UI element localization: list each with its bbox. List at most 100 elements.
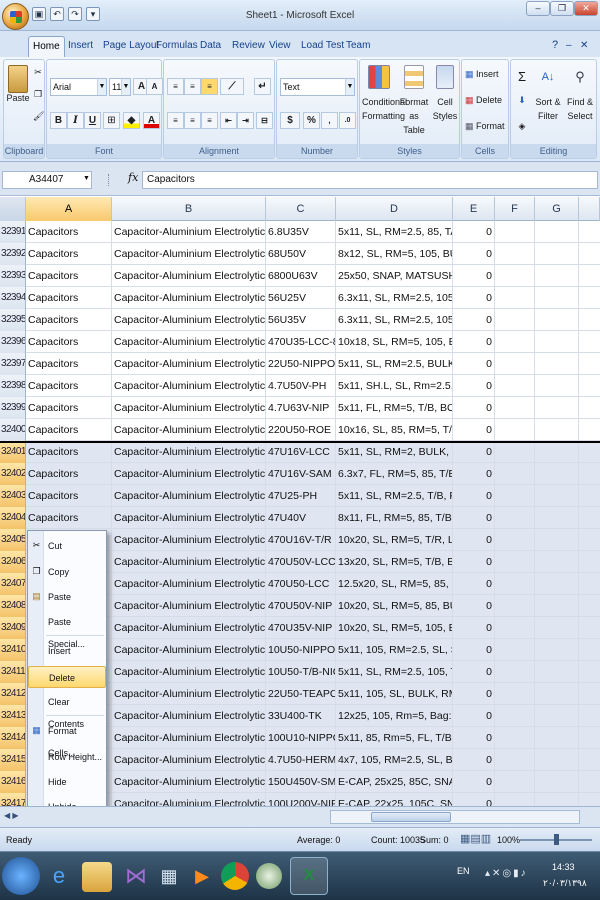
cell-e[interactable]: 0 [453, 551, 495, 573]
cell-g[interactable] [535, 375, 579, 397]
cell-b[interactable]: Capacitor-Aluminium Electrolytic-Radial [112, 705, 266, 727]
cell-c[interactable]: 220U50-ROE [266, 419, 336, 441]
row-header[interactable]: 32399 [0, 397, 26, 419]
cell-b[interactable]: Capacitor-Aluminium Electrolytic-Radial [112, 485, 266, 507]
scrollbar-thumb[interactable] [371, 812, 451, 822]
cell-f[interactable] [495, 507, 535, 529]
cell-c[interactable]: 4.7U63V-NIP [266, 397, 336, 419]
cut-icon[interactable]: ✂ [32, 66, 44, 80]
app-icon[interactable] [256, 863, 282, 889]
cell-b[interactable]: Capacitor-Aluminium Electrolytic-Radial [112, 353, 266, 375]
cell-b[interactable]: Capacitor-Aluminium Electrolytic-Radial [112, 749, 266, 771]
cell-f[interactable] [495, 375, 535, 397]
column-header-b[interactable]: B [112, 197, 266, 221]
cell-e[interactable]: 0 [453, 749, 495, 771]
cell-d[interactable]: 5x11, 85, Rm=5, FL, T/B, BOX [336, 727, 453, 749]
cell-b[interactable]: Capacitor-Aluminium Electrolytic-Radial [112, 221, 266, 243]
clock-date[interactable]: ۲۰/۰۳/۱۳۹۸ [543, 878, 587, 889]
cell-c[interactable]: 150U450V-SMQ [266, 771, 336, 793]
row-header[interactable]: 32408 [0, 595, 26, 617]
cell-e[interactable]: 0 [453, 727, 495, 749]
cell-b[interactable]: Capacitor-Aluminium Electrolytic-Radial [112, 727, 266, 749]
horizontal-scrollbar[interactable] [330, 810, 580, 824]
cell-e[interactable]: 0 [453, 771, 495, 793]
cell-c[interactable]: 6800U63V [266, 265, 336, 287]
cell-g[interactable] [535, 287, 579, 309]
tab-data[interactable]: Data [196, 36, 225, 57]
cell-g[interactable] [535, 771, 579, 793]
cell-b[interactable]: Capacitor-Aluminium Electrolytic-Radial [112, 595, 266, 617]
cell-g[interactable] [535, 397, 579, 419]
row-header[interactable]: 32412 [0, 683, 26, 705]
cell-f[interactable] [495, 639, 535, 661]
cell-f[interactable] [495, 463, 535, 485]
language-indicator[interactable]: EN [457, 866, 470, 876]
wrap-text-icon[interactable]: ↵ [254, 78, 271, 95]
row-header[interactable]: 32398 [0, 375, 26, 397]
row-header[interactable]: 32414 [0, 727, 26, 749]
cell-g[interactable] [535, 617, 579, 639]
row-header[interactable]: 32391 [0, 221, 26, 243]
menu-item-cut[interactable]: ✂ Cut [28, 535, 106, 557]
cell-g[interactable] [535, 243, 579, 265]
cell-a[interactable]: Capacitors [26, 353, 112, 375]
cell-d[interactable]: 5x11, SL, RM=2.5, 105, T/B, N [336, 661, 453, 683]
ribbon-minimize-icon[interactable]: – [562, 36, 576, 57]
zoom-level[interactable]: 100% [497, 835, 520, 845]
copy-icon[interactable]: ❐ [32, 88, 44, 102]
align-top-icon[interactable]: ≡ [167, 78, 184, 95]
cell-e[interactable]: 0 [453, 243, 495, 265]
cell-e[interactable]: 0 [453, 287, 495, 309]
cell-b[interactable]: Capacitor-Aluminium Electrolytic-Radial [112, 309, 266, 331]
cell-a[interactable]: Capacitors [26, 485, 112, 507]
row-header[interactable]: 32400 [0, 419, 26, 441]
cell-b[interactable]: Capacitor-Aluminium Electrolytic-Radial [112, 463, 266, 485]
tab-team[interactable]: Team [342, 36, 374, 57]
row-header[interactable]: 32396 [0, 331, 26, 353]
cell-b[interactable]: Capacitor-Aluminium Electrolytic-Radial [112, 287, 266, 309]
row-header[interactable]: 32409 [0, 617, 26, 639]
cell-f[interactable] [495, 419, 535, 441]
cell-d[interactable]: 8x11, FL, RM=5, 85, T/B, BOX [336, 507, 453, 529]
borders-icon[interactable]: ⊞ [103, 112, 120, 129]
cell-g[interactable] [535, 353, 579, 375]
cell-a[interactable]: Capacitors [26, 463, 112, 485]
row-header[interactable]: 32410 [0, 639, 26, 661]
cell-c[interactable]: 6.8U35V [266, 221, 336, 243]
fill-color-icon[interactable]: ◆ [123, 112, 140, 129]
cell-e[interactable]: 0 [453, 397, 495, 419]
cell-g[interactable] [535, 749, 579, 771]
cell-d[interactable]: 12.5x20, SL, RM=5, 85, BULK [336, 573, 453, 595]
column-header-a[interactable]: A [26, 197, 112, 221]
cell-f[interactable] [495, 661, 535, 683]
font-size-select[interactable]: 11 ▼ [109, 78, 131, 96]
cell-g[interactable] [535, 507, 579, 529]
cell-g[interactable] [535, 265, 579, 287]
cell-e[interactable]: 0 [453, 309, 495, 331]
cell-e[interactable]: 0 [453, 507, 495, 529]
cell-b[interactable]: Capacitor-Aluminium Electrolytic-Radial [112, 683, 266, 705]
cell-e[interactable]: 0 [453, 419, 495, 441]
cell-a[interactable]: Capacitors [26, 507, 112, 529]
cell-d[interactable]: 5x11, SL, RM=2.5, BULK, 105, [336, 353, 453, 375]
cell-e[interactable]: 0 [453, 617, 495, 639]
underline-button[interactable]: U [84, 112, 101, 129]
file-explorer-icon[interactable] [82, 862, 112, 892]
delete-cells-button[interactable]: ▦ Delete [464, 94, 508, 112]
cell-d[interactable]: 10x18, SL, RM=5, 105, BULK, E [336, 331, 453, 353]
cell-d[interactable]: 6.3x7, FL, RM=5, 85, T/B, BOX [336, 463, 453, 485]
cell-c[interactable]: 470U35-LCC-85 [266, 331, 336, 353]
chevron-down-icon[interactable]: ▼ [83, 175, 90, 182]
zoom-slider-thumb[interactable] [554, 834, 559, 845]
cell-g[interactable] [535, 683, 579, 705]
cell-f[interactable] [495, 331, 535, 353]
cell-e[interactable]: 0 [453, 265, 495, 287]
cell-b[interactable]: Capacitor-Aluminium Electrolytic-Radial [112, 243, 266, 265]
row-header[interactable]: 32403 [0, 485, 26, 507]
merge-center-icon[interactable]: ⊟ [256, 112, 273, 129]
cell-a[interactable]: Capacitors [26, 331, 112, 353]
help-icon[interactable]: ? [548, 36, 562, 57]
menu-item-insert[interactable]: Insert [28, 640, 106, 662]
cell-f[interactable] [495, 221, 535, 243]
tab-formulas[interactable]: Formulas [152, 36, 202, 57]
